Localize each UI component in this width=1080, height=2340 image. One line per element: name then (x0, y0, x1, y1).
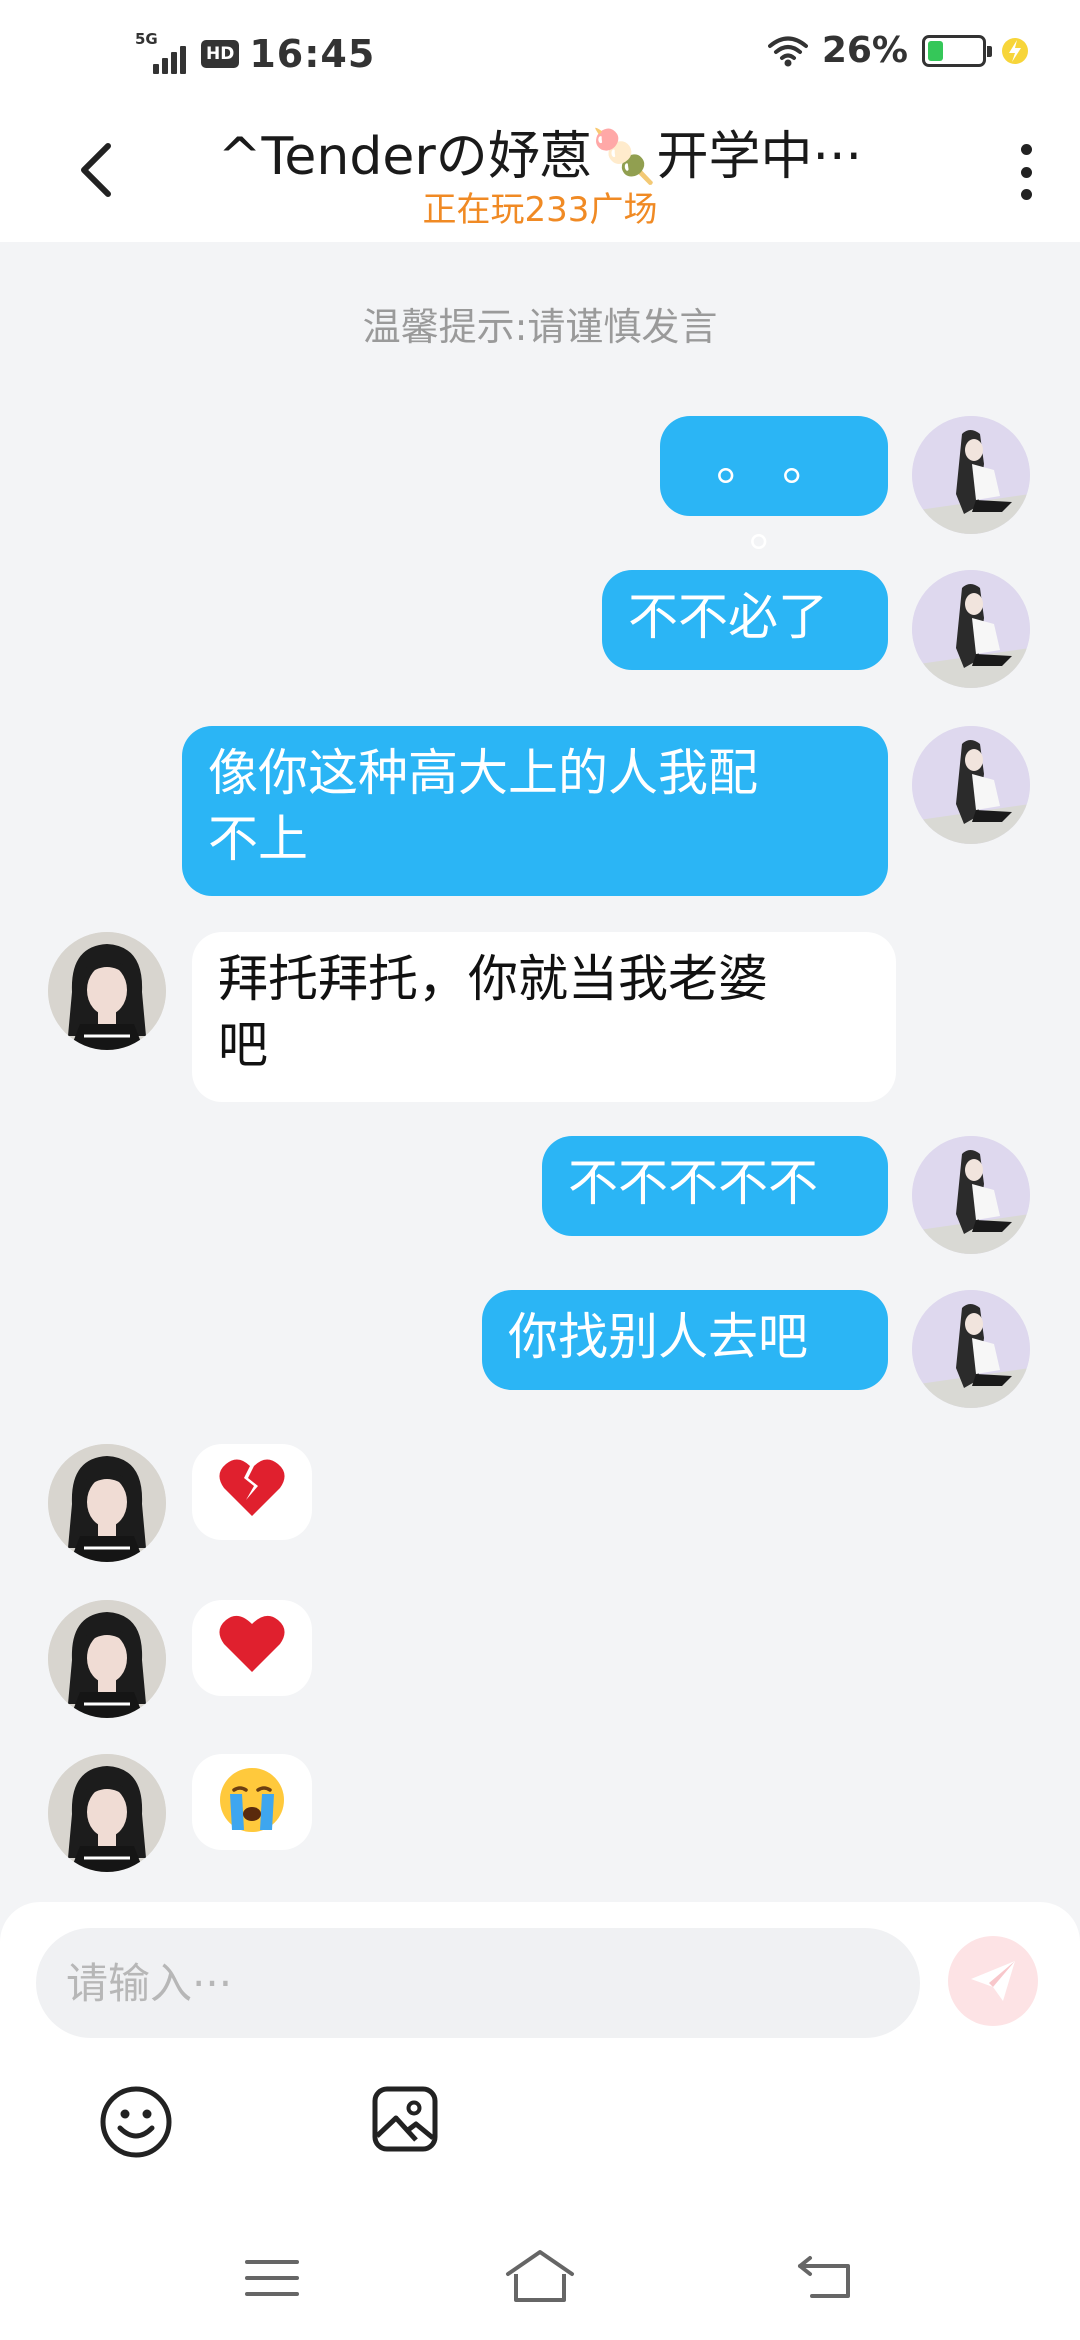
loudly-crying-face-icon (220, 1768, 284, 1832)
send-button[interactable] (948, 1936, 1038, 2026)
message-text: 。 。 。 (716, 434, 832, 558)
image-gallery-icon[interactable] (370, 2084, 440, 2154)
message-text-line: 像你这种高大上的人我配 (208, 744, 758, 802)
chat-header: ^Tenderの妤蒽🍡开学中··· 正在玩233广场 (0, 110, 1080, 242)
red-heart-icon (219, 1615, 285, 1672)
avatar-image (912, 1290, 1030, 1408)
smiley-face-icon[interactable] (98, 2084, 174, 2160)
warning-tip: 温馨提示:请谨慎发言 (362, 305, 718, 349)
message-bubble[interactable] (192, 1444, 312, 1540)
avatar-image (912, 570, 1030, 688)
message-bubble[interactable]: 拜托拜托，你就当我老婆 吧 (192, 932, 896, 1102)
message-bubble[interactable]: 不不必了 (602, 570, 888, 670)
status-left: 5G HD 16:45 (135, 30, 376, 76)
friend-avatar[interactable] (48, 1754, 166, 1872)
broken-heart-icon (219, 1459, 285, 1516)
my-avatar[interactable] (912, 1290, 1030, 1408)
avatar-image (912, 416, 1030, 534)
message-bubble[interactable]: 。 。 。 (660, 416, 888, 558)
return-arrow-icon[interactable] (796, 2254, 854, 2300)
message-text: 你找别人去吧 (508, 1308, 808, 1366)
message-bubble[interactable] (192, 1754, 312, 1850)
more-vertical-icon[interactable] (1016, 144, 1036, 200)
home-icon[interactable] (504, 2248, 576, 2304)
message-bubble[interactable]: 你找别人去吧 (482, 1290, 888, 1390)
chat-subtitle[interactable]: 正在玩233广场 (150, 182, 930, 231)
avatar-image (912, 1136, 1030, 1254)
message-text-line: 拜托拜托，你就当我老婆 (218, 950, 768, 1008)
my-avatar[interactable] (912, 726, 1030, 844)
friend-avatar[interactable] (48, 1444, 166, 1562)
my-avatar[interactable] (912, 570, 1030, 688)
avatar-image (48, 1754, 166, 1872)
message-bubble[interactable] (192, 1600, 312, 1696)
battery-percent: 26% (821, 30, 908, 71)
wifi-icon (767, 36, 808, 66)
message-text-line: 不上 (208, 810, 308, 868)
chat-title: ^Tenderの妤蒽🍡开学中··· (217, 127, 863, 187)
message-text: 不不必了 (628, 588, 828, 646)
avatar-image (48, 1600, 166, 1718)
message-text: 不不不不不 (568, 1154, 818, 1212)
cellular-signal-icon: 5G (135, 30, 191, 74)
message-input[interactable] (36, 1928, 920, 2038)
message-bubble[interactable]: 不不不不不 (542, 1136, 888, 1236)
friend-avatar[interactable] (48, 1600, 166, 1718)
my-avatar[interactable] (912, 416, 1030, 534)
status-bar: 5G HD 16:45 26% (0, 0, 1080, 110)
paper-plane-icon (971, 1961, 1015, 2001)
menu-lines-icon[interactable] (244, 2258, 300, 2298)
my-avatar[interactable] (912, 1136, 1030, 1254)
avatar-image (48, 1444, 166, 1562)
friend-avatar[interactable] (48, 932, 166, 1050)
battery-fill (928, 40, 944, 61)
message-text-line: 吧 (218, 1016, 268, 1074)
charging-icon (1002, 37, 1028, 64)
status-right: 26% (767, 30, 1030, 71)
hd-badge: HD (201, 40, 240, 68)
back-chevron-icon[interactable] (72, 140, 124, 200)
message-bubble[interactable]: 像你这种高大上的人我配 不上 (182, 726, 888, 896)
avatar-image (912, 726, 1030, 844)
avatar-image (48, 932, 166, 1050)
status-time: 16:45 (249, 32, 376, 76)
battery-icon (922, 34, 992, 67)
